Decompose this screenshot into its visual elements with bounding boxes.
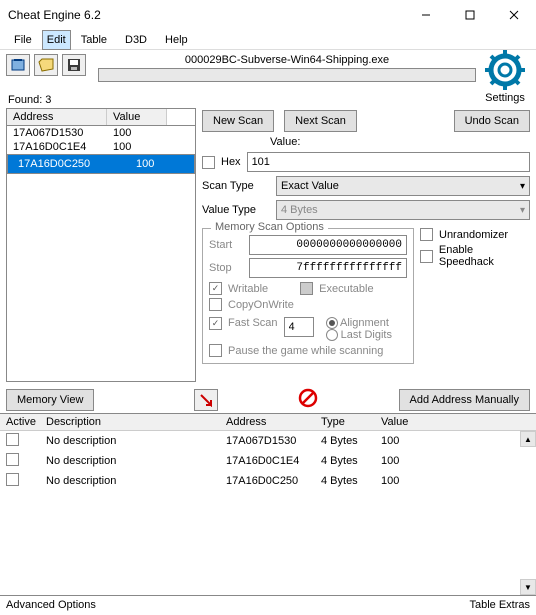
- cow-checkbox[interactable]: [209, 298, 222, 311]
- save-button[interactable]: [62, 54, 86, 76]
- menu-file[interactable]: File: [6, 32, 40, 48]
- scroll-up[interactable]: ▲: [520, 431, 536, 447]
- freeze-checkbox[interactable]: [6, 433, 19, 446]
- maximize-button[interactable]: [448, 0, 492, 30]
- chevron-down-icon: ▾: [520, 181, 525, 192]
- freeze-checkbox[interactable]: [6, 453, 19, 466]
- writable-checkbox[interactable]: ✓: [209, 282, 222, 295]
- window-title: Cheat Engine 6.2: [8, 8, 404, 22]
- address-list: Active Description Address Type Value No…: [0, 413, 536, 595]
- start-input[interactable]: [249, 235, 407, 255]
- stop-label: Stop: [209, 262, 243, 274]
- undo-scan-button[interactable]: Undo Scan: [454, 110, 530, 132]
- value-type-select[interactable]: 4 Bytes▾: [276, 200, 530, 220]
- table-extras[interactable]: Table Extras: [469, 599, 530, 612]
- scroll-down[interactable]: ▼: [520, 579, 536, 595]
- executable-checkbox[interactable]: [300, 282, 313, 295]
- toolbar: 000029BC-Subverse-Win64-Shipping.exe Set…: [0, 50, 536, 92]
- new-scan-button[interactable]: New Scan: [202, 110, 274, 132]
- menu-bar: File Edit Table D3D Help: [0, 30, 536, 50]
- result-row: 17A16D0C1E4100: [7, 140, 195, 154]
- pause-label: Pause the game while scanning: [228, 345, 383, 357]
- results-list[interactable]: 17A067D1530100 17A16D0C1E4100 17A16D0C25…: [6, 125, 196, 382]
- lastdigits-radio[interactable]: [326, 329, 338, 341]
- scan-type-select[interactable]: Exact Value▾: [276, 176, 530, 196]
- executable-label: Executable: [319, 283, 373, 295]
- fastscan-input[interactable]: [284, 317, 314, 337]
- menu-edit[interactable]: Edit: [42, 30, 71, 50]
- arrow-icon[interactable]: [194, 389, 218, 411]
- results-header: Address Value: [6, 108, 196, 125]
- table-row: No description17A16D0C2504 Bytes100: [0, 471, 536, 491]
- value-type-label: Value Type: [202, 204, 270, 216]
- col-addr2[interactable]: Address: [220, 414, 315, 430]
- col-value[interactable]: Value: [107, 109, 167, 125]
- table-row: No description17A16D0C1E44 Bytes100: [0, 451, 536, 471]
- found-count: Found: 3: [0, 92, 536, 108]
- unrandomizer-checkbox[interactable]: [420, 228, 433, 241]
- menu-help[interactable]: Help: [157, 32, 196, 48]
- table-row: No description17A067D15304 Bytes100: [0, 431, 536, 451]
- title-bar: Cheat Engine 6.2: [0, 0, 536, 30]
- writable-label: Writable: [228, 283, 268, 295]
- settings-icon[interactable]: [483, 48, 527, 92]
- open-process-button[interactable]: [6, 54, 30, 76]
- col-address[interactable]: Address: [7, 109, 107, 125]
- settings-label[interactable]: Settings: [485, 92, 525, 104]
- start-label: Start: [209, 239, 243, 251]
- speedhack-label: Enable Speedhack: [439, 244, 530, 268]
- process-name: 000029BC-Subverse-Win64-Shipping.exe: [185, 54, 389, 66]
- hex-label: Hex: [221, 156, 241, 168]
- fastscan-checkbox[interactable]: ✓: [209, 317, 222, 330]
- progress-bar: [98, 68, 476, 82]
- speedhack-checkbox[interactable]: [420, 250, 433, 263]
- status-bar: Advanced Options Table Extras: [0, 595, 536, 615]
- menu-d3d[interactable]: D3D: [117, 32, 155, 48]
- menu-table[interactable]: Table: [73, 32, 115, 48]
- open-file-button[interactable]: [34, 54, 58, 76]
- lastdigits-label: Last Digits: [341, 329, 392, 341]
- mso-label: Memory Scan Options: [211, 221, 328, 233]
- hex-checkbox[interactable]: [202, 156, 215, 169]
- cow-label: CopyOnWrite: [228, 299, 294, 311]
- value-input[interactable]: [247, 152, 530, 172]
- result-row: 17A067D1530100: [7, 126, 195, 140]
- chevron-down-icon: ▾: [520, 205, 525, 216]
- col-type[interactable]: Type: [315, 414, 375, 430]
- scan-pane: New Scan Next Scan Undo Scan Value: Hex …: [202, 108, 530, 382]
- pause-checkbox[interactable]: [209, 344, 222, 357]
- result-row: 17A16D0C250100: [7, 154, 195, 174]
- memory-scan-options: Memory Scan Options Start Stop ✓Writable…: [202, 228, 414, 364]
- fastscan-label: Fast Scan: [228, 317, 278, 329]
- next-scan-button[interactable]: Next Scan: [284, 110, 357, 132]
- address-list-header: Active Description Address Type Value: [0, 414, 536, 431]
- no-cheat-icon[interactable]: [298, 388, 318, 408]
- memory-view-button[interactable]: Memory View: [6, 389, 94, 411]
- alignment-label: Alignment: [340, 317, 389, 329]
- advanced-options[interactable]: Advanced Options: [6, 599, 96, 612]
- add-address-button[interactable]: Add Address Manually: [399, 389, 530, 411]
- unrandomizer-label: Unrandomizer: [439, 229, 508, 241]
- minimize-button[interactable]: [404, 0, 448, 30]
- scan-type-label: Scan Type: [202, 180, 270, 192]
- value-label: Value:: [270, 136, 300, 148]
- col-desc[interactable]: Description: [40, 414, 220, 430]
- address-list-body[interactable]: No description17A067D15304 Bytes100 No d…: [0, 431, 536, 595]
- col-val2[interactable]: Value: [375, 414, 435, 430]
- freeze-checkbox[interactable]: [6, 473, 19, 486]
- stop-input[interactable]: [249, 258, 407, 278]
- col-active[interactable]: Active: [0, 414, 40, 430]
- close-button[interactable]: [492, 0, 536, 30]
- alignment-radio[interactable]: [326, 317, 338, 329]
- results-pane: Address Value 17A067D1530100 17A16D0C1E4…: [6, 108, 196, 382]
